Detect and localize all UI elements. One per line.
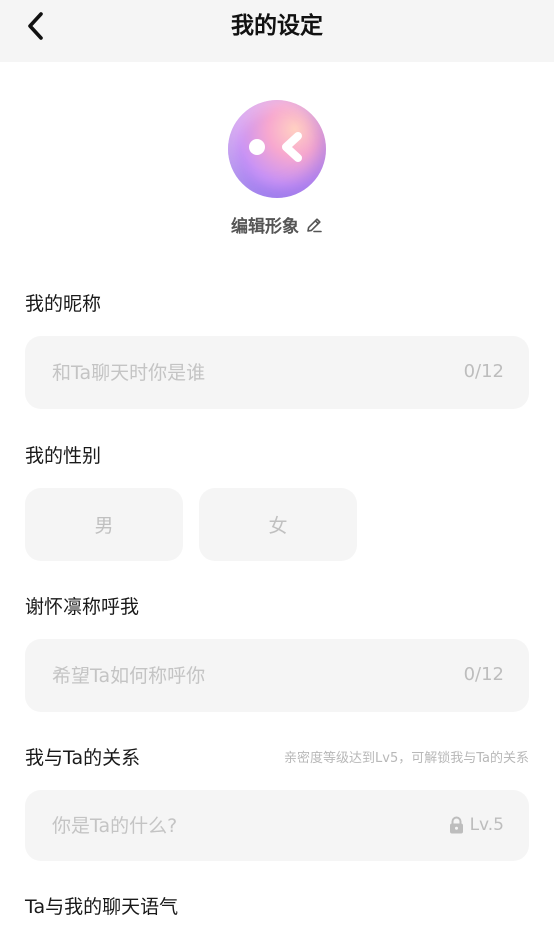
nickname-field[interactable]: 0/12 [25,336,529,409]
top-bar: 我的设定 [0,0,554,62]
relation-label: 我与Ta的关系 [25,747,141,769]
call-me-counter: 0/12 [463,664,504,685]
pencil-icon [307,217,322,232]
avatar-face-icon [249,132,302,162]
avatar[interactable] [228,100,326,198]
edit-avatar-label: 编辑形象 [231,217,299,237]
nickname-input[interactable] [52,336,432,409]
gender-male-button[interactable]: 男 [25,488,183,561]
call-me-input[interactable] [52,639,432,712]
tone-label: Ta与我的聊天语气 [25,896,179,918]
relation-unlock-hint: 亲密度等级达到Lv5，可解锁我与Ta的关系 [284,751,529,766]
nickname-counter: 0/12 [463,361,504,382]
call-me-label: 谢怀凛称呼我 [25,596,140,618]
gender-female-button[interactable]: 女 [199,488,357,561]
edit-avatar-button[interactable]: 编辑形象 [0,212,554,237]
lock-badge: Lv.5 [448,815,504,835]
call-me-field[interactable]: 0/12 [25,639,529,712]
relation-field[interactable]: Lv.5 [25,790,529,861]
lock-level: Lv.5 [469,815,504,835]
relation-input[interactable] [52,790,432,861]
nickname-label: 我的昵称 [25,293,102,315]
lock-icon [449,816,463,834]
gender-label: 我的性别 [25,445,102,467]
page-title: 我的设定 [231,13,323,39]
